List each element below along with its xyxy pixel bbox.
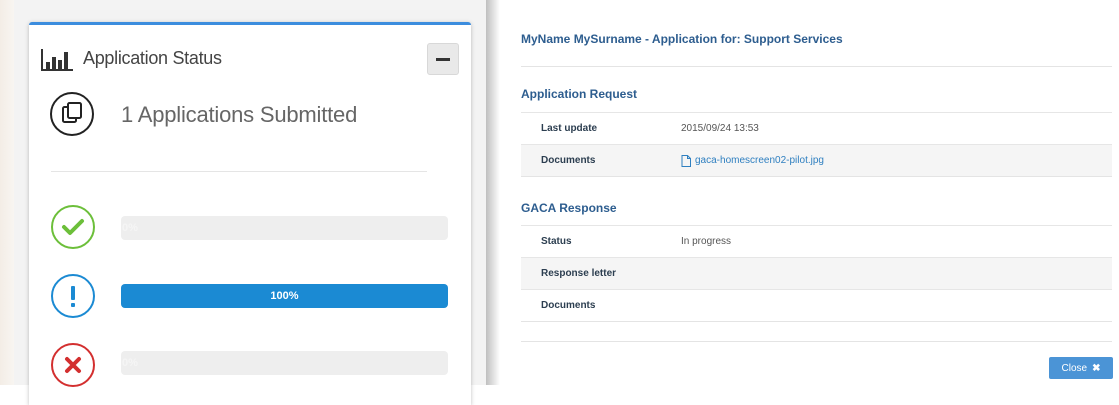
modal-footer-divider [521, 341, 1112, 342]
collapse-button[interactable] [427, 43, 459, 75]
close-button[interactable]: Close ✖ [1049, 357, 1113, 379]
gaca-response-heading: GACA Response [521, 201, 617, 215]
in-progress-progress-bar: 100% [121, 284, 448, 308]
status-value: In progress [681, 236, 732, 247]
progress-label: 0% [122, 222, 138, 234]
document-link[interactable]: gaca-homescreen02-pilot.jpg [681, 145, 824, 177]
last-update-value: 2015/09/24 13:53 [681, 123, 759, 134]
applications-submitted-count: 1 Applications Submitted [121, 102, 358, 127]
divider [51, 171, 427, 172]
divider [521, 66, 1112, 67]
approved-progress-bar: 0% [121, 216, 448, 240]
status-label: Status [541, 236, 572, 247]
progress-label: 100% [270, 290, 299, 302]
times-icon: ✖ [1092, 362, 1101, 374]
modal-title: MyName MySurname - Application for: Supp… [521, 32, 843, 46]
copy-documents-icon [50, 92, 94, 136]
widget-title: Application Status [83, 48, 222, 68]
response-documents-row: Documents [521, 289, 1112, 321]
application-detail-modal [486, 0, 1119, 385]
status-row: Status In progress [521, 225, 1112, 257]
rejected-progress-bar: 0% [121, 351, 448, 375]
last-update-row: Last update 2015/09/24 13:53 [521, 112, 1112, 144]
document-filename: gaca-homescreen02-pilot.jpg [695, 155, 824, 166]
file-icon [681, 155, 691, 167]
bar-chart-icon [41, 49, 73, 71]
divider [521, 176, 1112, 177]
times-icon [51, 343, 95, 387]
response-letter-label: Response letter [541, 268, 617, 279]
modal-edge-shadow [486, 0, 500, 385]
response-letter-row: Response letter [521, 257, 1112, 289]
documents-label: Documents [541, 300, 596, 311]
request-documents-row: Documents gaca-homescreen02-pilot.jpg [521, 144, 1112, 176]
progress-label: 0% [122, 357, 138, 369]
documents-label: Documents [541, 155, 596, 166]
application-request-heading: Application Request [521, 87, 638, 101]
close-button-label: Close [1061, 362, 1088, 374]
exclamation-icon [51, 274, 95, 318]
divider [521, 321, 1112, 322]
last-update-label: Last update [541, 123, 598, 134]
application-status-widget: Application Status 1 Applications Submit… [29, 22, 471, 405]
check-icon [51, 205, 95, 249]
